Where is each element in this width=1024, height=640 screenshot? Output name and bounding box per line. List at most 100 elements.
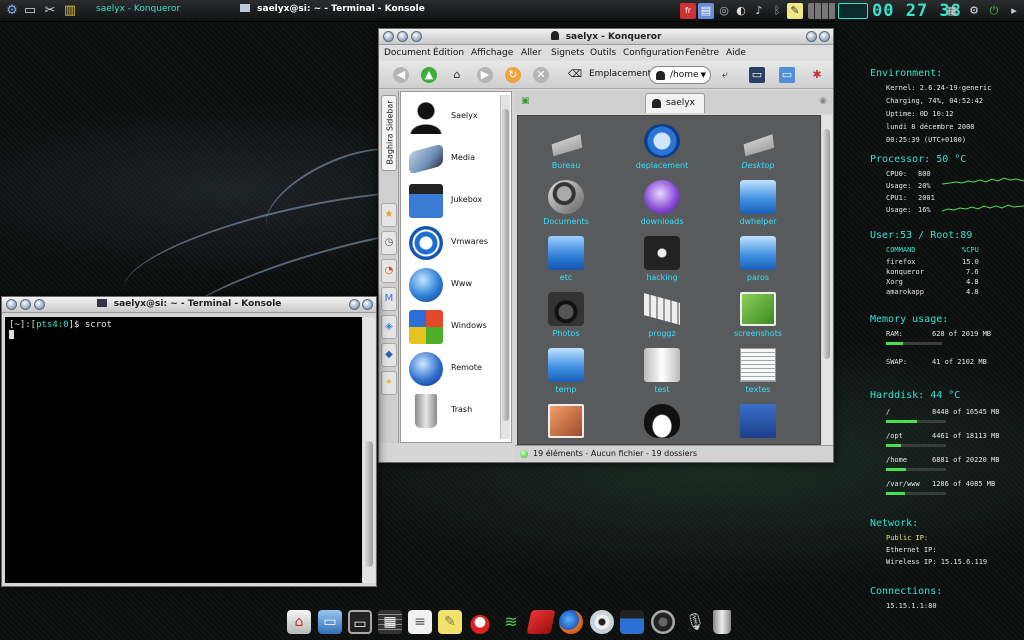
menu-fenetre[interactable]: Fenêtre bbox=[685, 48, 719, 58]
folder-item-deplacement[interactable]: deplacement bbox=[614, 122, 710, 178]
home-icon[interactable]: ⌂ bbox=[287, 610, 311, 634]
new-tab-icon[interactable]: ▣ bbox=[521, 96, 530, 106]
sidebar-item-www[interactable]: Www bbox=[405, 266, 505, 304]
history-tab-icon[interactable]: ◷ bbox=[381, 231, 397, 255]
menu-aller[interactable]: Aller bbox=[521, 48, 541, 58]
folder-item-temp[interactable]: temp bbox=[518, 346, 614, 402]
laptop-icon[interactable]: ▭ bbox=[318, 610, 342, 634]
folder-tab-icon[interactable]: ◆ bbox=[381, 343, 397, 367]
monitor-icon[interactable]: ▭ bbox=[779, 67, 795, 83]
keyboard-layout-icon[interactable]: fr bbox=[680, 3, 696, 19]
go-icon[interactable]: ⤶ bbox=[717, 67, 733, 83]
tab-saelyx[interactable]: saelyx bbox=[645, 93, 705, 113]
folder-item-downloads[interactable]: downloads bbox=[614, 178, 710, 234]
folder-item-hacking[interactable]: hacking bbox=[614, 234, 710, 290]
sidebar-item-vmwares[interactable]: Vmwares bbox=[405, 224, 505, 262]
system-monitor-icon[interactable] bbox=[838, 3, 868, 19]
menu-document[interactable]: Document bbox=[384, 48, 431, 58]
icon-view-scrollbar[interactable] bbox=[822, 115, 832, 445]
folder-item-proggz[interactable]: proggz bbox=[614, 290, 710, 346]
sidebar-scrollbar[interactable] bbox=[500, 95, 510, 439]
folder-item-paros[interactable]: paros bbox=[710, 234, 806, 290]
firefox-icon[interactable] bbox=[559, 610, 583, 634]
close-tab-icon[interactable]: ◉ bbox=[819, 96, 827, 106]
scrollbar-thumb[interactable] bbox=[365, 441, 373, 567]
shade-button[interactable] bbox=[349, 299, 360, 310]
forward-icon[interactable]: ▶ bbox=[477, 67, 493, 83]
sidebar-item-trash[interactable]: Trash bbox=[405, 392, 505, 430]
terminal-scrollbar[interactable] bbox=[363, 317, 375, 583]
konqueror-titlebar[interactable]: saelyx - Konqueror bbox=[379, 29, 833, 45]
sidebar-item-remote[interactable]: Remote bbox=[405, 350, 505, 388]
sidebar-item-media[interactable]: Media bbox=[405, 140, 505, 178]
scrollbar-thumb[interactable] bbox=[823, 129, 830, 359]
update-icon[interactable]: ◐ bbox=[733, 3, 749, 19]
volume-icon[interactable]: ♪ bbox=[751, 3, 767, 19]
video-icon[interactable] bbox=[620, 610, 644, 634]
reload-icon[interactable]: ↻ bbox=[505, 67, 521, 83]
sticky-button[interactable] bbox=[362, 299, 373, 310]
folder-item-documents[interactable]: Documents bbox=[518, 178, 614, 234]
taskbar-item-konqueror[interactable]: saelyx - Konqueror bbox=[96, 4, 180, 14]
folder-item-linux[interactable] bbox=[614, 402, 710, 444]
document-icon[interactable]: ≡ bbox=[408, 610, 432, 634]
sticky-button[interactable] bbox=[819, 31, 830, 42]
menu-configuration[interactable]: Configuration bbox=[623, 48, 684, 58]
sidebar-item-jukebox[interactable]: Jukebox bbox=[405, 182, 505, 220]
network-icon[interactable]: ◎ bbox=[716, 3, 732, 19]
menu-signets[interactable]: Signets bbox=[551, 48, 584, 58]
folder-item-images[interactable] bbox=[518, 402, 614, 444]
menu-edition[interactable]: Édition bbox=[433, 48, 464, 58]
bluetooth-icon[interactable]: ᛒ bbox=[769, 3, 785, 19]
services-tab-icon[interactable]: ◔ bbox=[381, 259, 397, 283]
folder-item-etc[interactable]: etc bbox=[518, 234, 614, 290]
book-icon[interactable] bbox=[526, 610, 556, 634]
kde-menu-icon[interactable]: ⚙ bbox=[4, 3, 20, 19]
network-tab-icon[interactable]: ◈ bbox=[381, 315, 397, 339]
folder-item-dwhelper[interactable]: dwhelper bbox=[710, 178, 806, 234]
panel-arrow-icon[interactable]: ▸ bbox=[1006, 3, 1022, 19]
back-icon[interactable]: ◀ bbox=[393, 67, 409, 83]
power-icon[interactable]: ⏻ bbox=[986, 3, 1002, 19]
redhat-icon[interactable]: ● bbox=[468, 610, 492, 634]
grid-icon[interactable]: ▦ bbox=[944, 3, 960, 19]
konsole-titlebar[interactable]: saelyx@si: ~ - Terminal - Konsole bbox=[2, 297, 376, 313]
bookmarks-tab-icon[interactable]: ★ bbox=[381, 203, 397, 227]
sticky-note-icon[interactable]: ✎ bbox=[438, 610, 462, 634]
home-icon[interactable]: ⌂ bbox=[449, 67, 465, 83]
stop-icon[interactable]: ✕ bbox=[533, 67, 549, 83]
klipper-icon[interactable]: ▤ bbox=[698, 3, 714, 19]
speaker-icon[interactable] bbox=[651, 610, 675, 634]
equalizer-icon[interactable]: ▥ bbox=[62, 3, 78, 19]
notes-icon[interactable]: ✎ bbox=[787, 3, 803, 19]
clear-location-icon[interactable]: ⌫ bbox=[567, 67, 583, 83]
folder-item-desktop[interactable]: Desktop bbox=[710, 122, 806, 178]
up-arrow-icon[interactable]: ▲ bbox=[421, 67, 437, 83]
menu-affichage[interactable]: Affichage bbox=[471, 48, 513, 58]
wifi-icon[interactable]: ≋ bbox=[499, 610, 523, 634]
media-tab-icon[interactable]: M bbox=[381, 287, 397, 311]
folder-item-presentation[interactable] bbox=[710, 402, 806, 444]
desktop-pager-icon[interactable] bbox=[808, 3, 836, 19]
folder-item-photos[interactable]: Photos bbox=[518, 290, 614, 346]
folder-item-test[interactable]: test bbox=[614, 346, 710, 402]
folder-item-textes[interactable]: textes bbox=[710, 346, 806, 402]
screen-icon[interactable]: ▭ bbox=[749, 67, 765, 83]
folder-item-bureau[interactable]: Bureau bbox=[518, 122, 614, 178]
location-input[interactable]: /home ▼ bbox=[649, 66, 711, 84]
sidebar-item-saelyx[interactable]: Saelyx bbox=[405, 98, 505, 136]
scrollbar-thumb[interactable] bbox=[502, 109, 509, 421]
microphone-icon[interactable]: 🎙 bbox=[683, 610, 707, 634]
cd-icon[interactable] bbox=[590, 610, 614, 634]
trash-icon[interactable] bbox=[713, 610, 731, 634]
monitor-icon[interactable]: ▭ bbox=[348, 610, 372, 634]
terminal-screen[interactable]: [~]:[pts4:0]$ scrot bbox=[5, 317, 362, 583]
menu-aide[interactable]: Aide bbox=[726, 48, 746, 58]
shade-button[interactable] bbox=[806, 31, 817, 42]
calculator-icon[interactable]: ▦ bbox=[378, 610, 402, 634]
folder-item-screenshots[interactable]: screenshots bbox=[710, 290, 806, 346]
taskbar-item-konsole[interactable]: saelyx@si: ~ - Terminal - Konsole bbox=[240, 4, 425, 14]
gear-icon[interactable]: ⚙ bbox=[966, 3, 982, 19]
sidebar-item-windows[interactable]: Windows bbox=[405, 308, 505, 346]
menu-outils[interactable]: Outils bbox=[590, 48, 616, 58]
